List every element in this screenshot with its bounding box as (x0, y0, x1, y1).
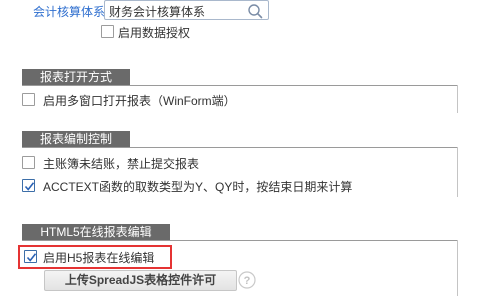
enable-h5-label: 启用H5报表在线编辑 (43, 251, 155, 265)
help-icon[interactable]: ? (238, 271, 256, 289)
section-divider (22, 147, 458, 148)
check-icon (26, 253, 37, 262)
acctext-checkbox[interactable] (22, 179, 35, 192)
check-icon (24, 182, 35, 191)
section-title-report-open: 报表打开方式 (22, 69, 130, 85)
multi-window-checkbox[interactable] (22, 93, 35, 106)
enable-data-auth-label: 启用数据授权 (118, 26, 191, 40)
enable-h5-checkbox[interactable] (24, 250, 37, 263)
no-close-forbid-checkbox[interactable] (22, 156, 35, 169)
section-border (457, 85, 458, 113)
no-close-forbid-label: 主账簿未结账，禁止提交报表 (43, 157, 200, 171)
search-icon[interactable] (247, 3, 263, 19)
section-divider (22, 240, 458, 241)
section-border (457, 240, 458, 296)
section-border (457, 147, 458, 197)
svg-text:?: ? (244, 275, 251, 287)
acctext-label: ACCTEXT函数的取数类型为Y、QY时，按结束日期来计算 (43, 180, 353, 194)
upload-spreadjs-license-button[interactable]: 上传SpreadJS表格控件许可 (44, 270, 237, 291)
enable-data-auth-checkbox[interactable] (101, 25, 114, 38)
section-title-report-edit: 报表编制控制 (22, 131, 130, 147)
section-divider (22, 85, 458, 86)
accounting-system-field[interactable]: 财务会计核算体系 (104, 0, 269, 20)
section-title-html5: HTML5在线报表编辑 (22, 224, 170, 240)
multi-window-label: 启用多窗口打开报表（WinForm端） (43, 94, 236, 108)
accounting-system-label: 会计核算体系 (33, 5, 106, 19)
accounting-system-value: 财务会计核算体系 (109, 5, 206, 19)
